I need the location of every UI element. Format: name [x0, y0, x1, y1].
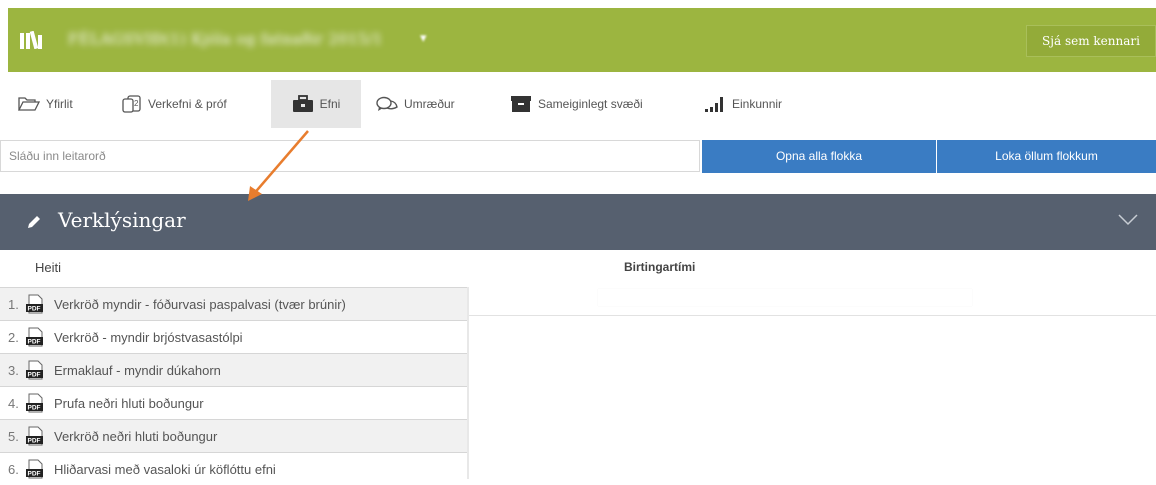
view-as-teacher-button[interactable]: Sjá sem kennari: [1026, 25, 1156, 57]
tab-sameiginlegt[interactable]: Sameiginlegt svæði: [510, 80, 680, 128]
svg-text:2: 2: [134, 99, 139, 108]
tab-verkefni[interactable]: 2 Verkefni & próf: [122, 80, 267, 128]
published-cell: [598, 289, 972, 306]
bar-chart-icon: [704, 95, 726, 113]
file-link[interactable]: Prufa neðri hluti boðungur: [54, 396, 204, 411]
file-link[interactable]: Verkröð myndir - fóðurvasi paspalvasi (t…: [54, 297, 346, 312]
file-row[interactable]: 5. PDF Verkröð neðri hluti boðungur: [0, 419, 467, 452]
file-link[interactable]: Hliðarvasi með vasaloki úr köflóttu efni: [54, 462, 276, 477]
pdf-file-icon: PDF: [24, 360, 46, 380]
file-link[interactable]: Verkröð neðri hluti boðungur: [54, 429, 217, 444]
tab-label: Verkefni & próf: [148, 97, 227, 111]
tab-umraedur[interactable]: Umræður: [376, 80, 486, 128]
svg-text:PDF: PDF: [28, 471, 41, 478]
pdf-file-icon: PDF: [24, 426, 46, 446]
svg-text:PDF: PDF: [28, 339, 41, 346]
archive-box-icon: [510, 95, 532, 113]
top-bar: FÉLAGSVIÐ(1) Kjóla og fatnaðir 2015/1 ▾ …: [8, 8, 1156, 72]
file-row[interactable]: 2. PDF Verkröð - myndir brjóstvasastólpi: [0, 320, 467, 353]
briefcase-icon: [292, 95, 314, 113]
folder-open-icon: [18, 96, 40, 112]
file-row[interactable]: 1. PDF Verkröð myndir - fóðurvasi paspalva…: [0, 287, 467, 320]
tab-label: Yfirlit: [46, 97, 73, 111]
row-number: 1.: [8, 296, 19, 312]
svg-text:PDF: PDF: [28, 438, 41, 445]
section-title: Verklýsingar: [58, 208, 186, 232]
chat-bubbles-icon: [376, 96, 398, 112]
tab-efni[interactable]: Efni: [271, 80, 361, 128]
list-edge-shadow: [467, 287, 469, 479]
row-number: 4.: [8, 395, 19, 411]
file-row[interactable]: 6. PDF Hliðarvasi með vasaloki úr köflóttu…: [0, 452, 467, 485]
file-link[interactable]: Ermaklauf - myndir dúkahorn: [54, 363, 221, 378]
row-number: 5.: [8, 428, 19, 444]
column-header-published[interactable]: Birtingartími: [624, 260, 695, 274]
pdf-file-icon: PDF: [24, 294, 46, 314]
chevron-down-icon[interactable]: [1118, 214, 1138, 226]
expand-all-button[interactable]: Opna alla flokka: [702, 140, 936, 173]
svg-text:PDF: PDF: [28, 405, 41, 412]
tab-label: Einkunnir: [732, 97, 783, 111]
course-dropdown-caret-icon[interactable]: ▾: [420, 30, 427, 46]
file-row[interactable]: 3. PDF Ermaklauf - myndir dúkahorn: [0, 353, 467, 386]
tab-label: Efni: [319, 97, 341, 111]
main-nav: Yfirlit 2 Verkefni & próf Efni Umræður S…: [8, 80, 1156, 128]
tab-label: Sameiginlegt svæði: [538, 97, 643, 111]
svg-text:PDF: PDF: [28, 372, 41, 379]
tab-label: Umræður: [404, 97, 455, 111]
svg-text:PDF: PDF: [28, 306, 41, 313]
file-list: 1. PDF Verkröð myndir - fóðurvasi paspalva…: [0, 287, 467, 485]
column-header-name[interactable]: Heiti: [35, 260, 61, 275]
row-number: 2.: [8, 329, 19, 345]
file-link[interactable]: Verkröð - myndir brjóstvasastólpi: [54, 330, 243, 345]
pencil-icon: [28, 216, 40, 228]
pdf-file-icon: PDF: [24, 327, 46, 347]
file-row[interactable]: 4. PDF Prufa neðri hluti boðungur: [0, 386, 467, 419]
tab-einkunnir[interactable]: Einkunnir: [704, 80, 814, 128]
row-number: 6.: [8, 461, 19, 477]
course-title[interactable]: FÉLAGSVIÐ(1) Kjóla og fatnaðir 2015/1: [68, 30, 383, 48]
books-logo-icon[interactable]: [20, 31, 46, 49]
row-divider: [467, 315, 1156, 316]
pdf-file-icon: PDF: [24, 393, 46, 413]
section-header[interactable]: Verklýsingar: [0, 194, 1156, 250]
documents-icon: 2: [122, 95, 142, 113]
collapse-all-button[interactable]: Loka öllum flokkum: [937, 140, 1156, 173]
search-input[interactable]: [0, 140, 700, 172]
tab-yfirlit[interactable]: Yfirlit: [18, 80, 108, 128]
row-number: 3.: [8, 362, 19, 378]
pdf-file-icon: PDF: [24, 459, 46, 479]
